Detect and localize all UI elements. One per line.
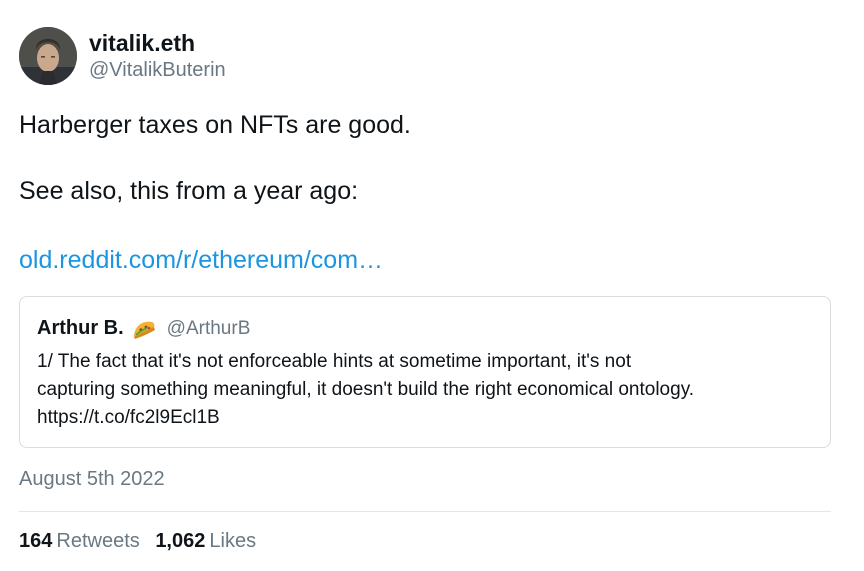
tweet-link[interactable]: old.reddit.com/r/ethereum/com… — [19, 245, 383, 275]
author-handle[interactable]: @VitalikButerin — [89, 57, 226, 83]
likes-stat[interactable]: 1,062 Likes — [155, 530, 256, 553]
retweets-label: Retweets — [56, 530, 140, 552]
likes-label: Likes — [209, 530, 257, 552]
tweet-text-line-1: Harberger taxes on NFTs are good. — [19, 111, 411, 139]
quoted-tweet-header: Arthur B. @ArthurB — [37, 317, 250, 340]
user-avatar-icon — [19, 27, 77, 85]
taco-icon — [131, 318, 157, 340]
divider — [19, 511, 831, 512]
quoted-text-line: 1/ The fact that it's not enforceable hi… — [37, 351, 632, 372]
tweet-card: vitalik.eth @VitalikButerin Harberger ta… — [0, 0, 864, 571]
quoted-author-name: Arthur B. — [37, 317, 124, 339]
quoted-tweet[interactable]: Arthur B. @ArthurB 1/ The fact that it's… — [19, 296, 831, 448]
tweet-text-line-2: See also, this from a year ago: — [19, 177, 359, 205]
quoted-tweet-text: 1/ The fact that it's not enforceable hi… — [37, 348, 817, 432]
tweet-timestamp[interactable]: August 5th 2022 — [19, 468, 165, 491]
quoted-text-line: capturing something meaningful, it doesn… — [37, 379, 695, 400]
author-names: vitalik.eth @VitalikButerin — [89, 29, 226, 83]
retweets-count: 164 — [19, 530, 53, 552]
likes-count: 1,062 — [155, 530, 206, 552]
avatar[interactable] — [19, 27, 77, 85]
author-display-name[interactable]: vitalik.eth — [89, 29, 226, 57]
quoted-author-handle: @ArthurB — [166, 317, 251, 339]
quoted-text-link[interactable]: https://t.co/fc2l9Ecl1B — [37, 404, 817, 432]
tweet-stats: 164 Retweets 1,062 Likes — [19, 530, 256, 553]
tweet-header: vitalik.eth @VitalikButerin — [19, 27, 226, 85]
retweets-stat[interactable]: 164 Retweets — [19, 530, 140, 553]
